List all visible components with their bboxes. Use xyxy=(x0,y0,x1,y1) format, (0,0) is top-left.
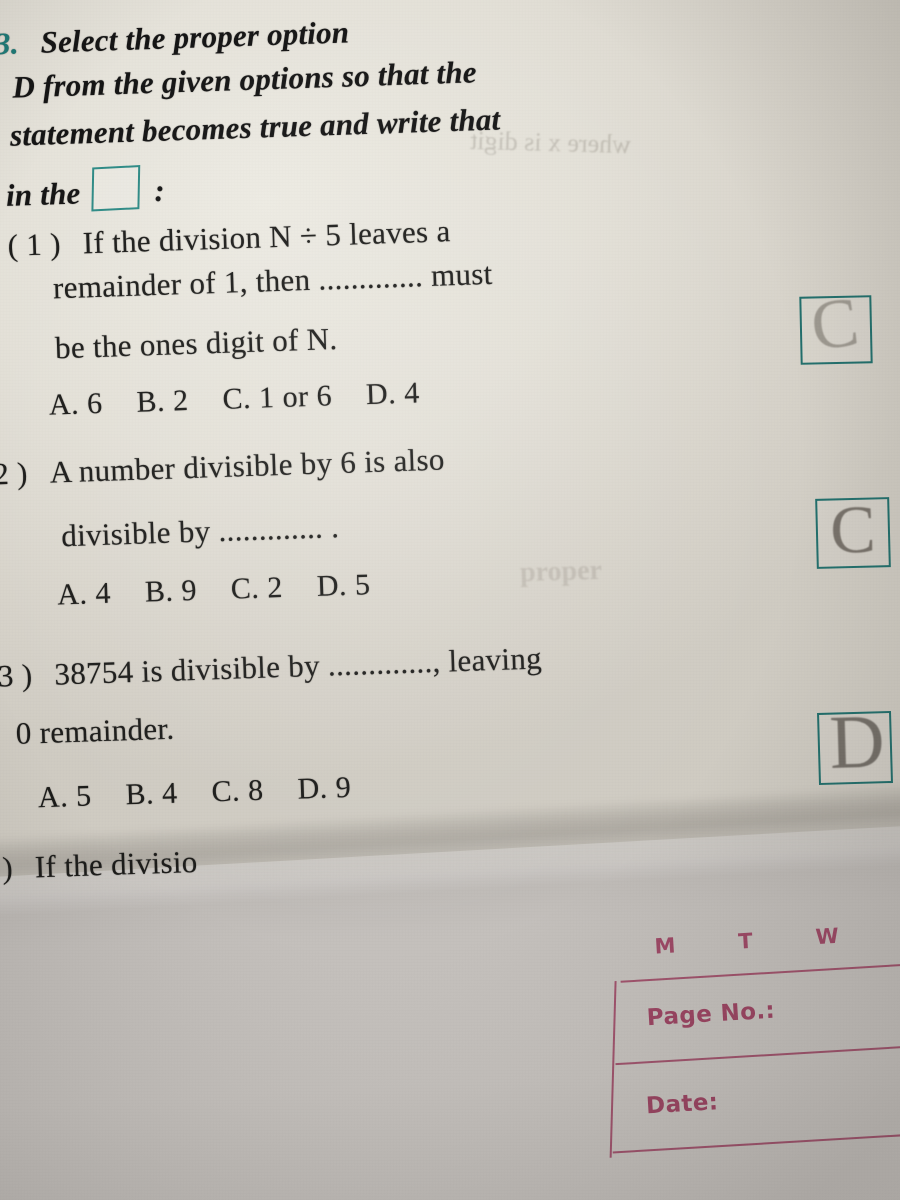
day-label-t: T xyxy=(737,928,755,954)
question-3-text-1: 38754 is divisible by ............., lea… xyxy=(53,640,543,692)
question-1-line-2: remainder of 1, then ............. must xyxy=(52,255,494,306)
question-1-text-1: If the division N ÷ 5 leaves a xyxy=(82,213,451,261)
question-2-text-1: A number divisible by 6 is also xyxy=(49,441,446,490)
question-2-label: 2 ) xyxy=(0,455,29,492)
question-3-option-a[interactable]: A. 5 xyxy=(37,779,92,814)
heading-line-1-text: Select the proper option xyxy=(39,14,350,60)
question-3-option-c[interactable]: C. 8 xyxy=(211,774,264,809)
question-1-line-1: ( 1 ) If the division N ÷ 5 leaves a xyxy=(7,213,451,264)
question-1-label: ( 1 ) xyxy=(7,226,62,263)
day-label-m: M xyxy=(653,933,678,959)
question-3-option-b[interactable]: B. 4 xyxy=(125,777,178,812)
handwritten-answer-1: C xyxy=(806,283,863,366)
question-4-line-1: ) If the divisio xyxy=(2,844,198,886)
exercise-number: 3. xyxy=(0,25,20,62)
question-2-option-a[interactable]: A. 4 xyxy=(57,577,112,612)
date-label: Date: xyxy=(645,1089,720,1120)
question-3-line-1: 3 ) 38754 is divisible by .............,… xyxy=(0,640,542,694)
question-4-label: ) xyxy=(1,850,14,886)
notebook-footer: M T W Page No.: Date: xyxy=(598,913,900,1199)
question-1-option-b[interactable]: B. 2 xyxy=(136,384,189,419)
printed-text-block: 3. Select the proper option D from the g… xyxy=(0,0,900,934)
answer-box-question-1[interactable]: C xyxy=(799,284,873,366)
question-3-line-2: 0 remainder. xyxy=(15,710,175,751)
screenshot-root: where x is digit proper 3. Select the pr… xyxy=(0,0,900,1200)
question-1-option-c[interactable]: C. 1 or 6 xyxy=(222,379,333,416)
answer-box-question-2[interactable]: C xyxy=(815,491,891,569)
handwritten-answer-2: C xyxy=(829,490,877,568)
heading-line-1: 3. Select the proper option xyxy=(0,14,350,62)
question-2-line-1: 2 ) A number divisible by 6 is also xyxy=(0,442,445,493)
heading-line-4: in the : xyxy=(5,165,165,214)
heading-line-4-suffix: : xyxy=(153,172,166,209)
question-4-text-1: If the divisio xyxy=(34,843,199,885)
question-1-option-a[interactable]: A. 6 xyxy=(48,387,103,422)
question-2-line-2: divisible by ............. . xyxy=(60,509,340,554)
heading-line-2: D from the given options so that the xyxy=(11,54,478,105)
answer-square-empty[interactable] xyxy=(91,165,141,212)
question-2-option-b[interactable]: B. 9 xyxy=(144,574,197,609)
day-label-w: W xyxy=(814,923,841,950)
answer-box-question-3[interactable]: D xyxy=(817,699,893,786)
heading-line-4-prefix: in the xyxy=(5,175,81,213)
footer-rule-middle xyxy=(615,1038,900,1066)
footer-left-border xyxy=(609,980,617,1158)
handwritten-answer-3: D xyxy=(828,699,886,785)
question-1-options: A. 6 B. 2 C. 1 or 6 D. 4 xyxy=(48,376,420,422)
question-1-line-3: be the ones digit of N. xyxy=(54,321,338,366)
footer-rule-top xyxy=(620,957,900,983)
question-3-options: A. 5 B. 4 C. 8 D. 9 xyxy=(37,771,351,815)
question-2-options: A. 4 B. 9 C. 2 D. 5 xyxy=(57,568,371,612)
question-1-option-d[interactable]: D. 4 xyxy=(365,376,420,411)
question-3-option-d[interactable]: D. 9 xyxy=(297,771,352,806)
question-2-option-c[interactable]: C. 2 xyxy=(230,571,283,606)
footer-rule-bottom xyxy=(612,1126,900,1154)
question-3-label: 3 ) xyxy=(0,657,33,694)
page-no-label: Page No.: xyxy=(646,997,776,1032)
question-2-option-d[interactable]: D. 5 xyxy=(316,568,371,603)
heading-line-3: statement becomes true and write that xyxy=(9,101,501,153)
